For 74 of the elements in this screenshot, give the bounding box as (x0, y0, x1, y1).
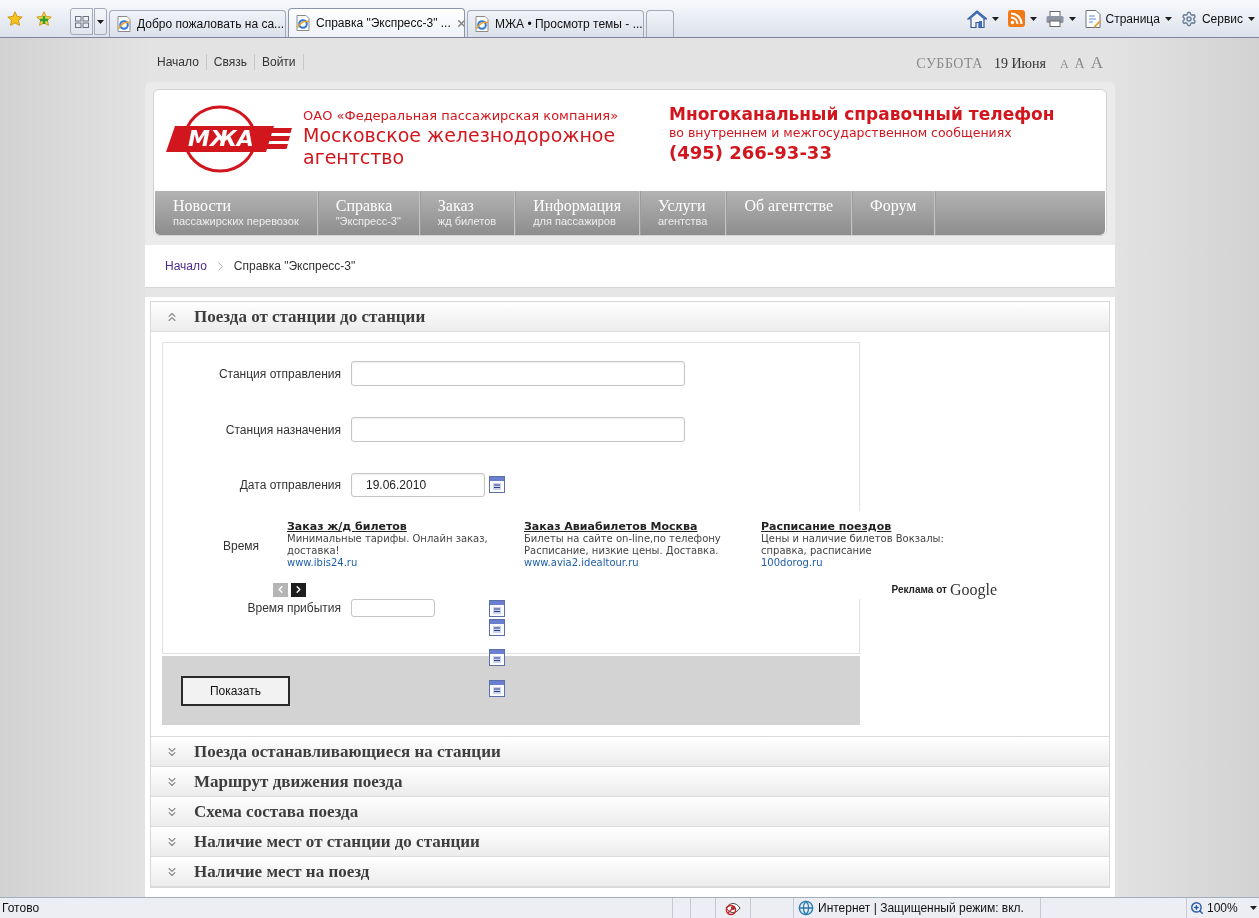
ad-url-link[interactable]: 100dorog.ru (761, 557, 823, 569)
field-label: Время прибытия (246, 601, 341, 615)
star-plus-icon[interactable] (36, 10, 52, 27)
calendar-icon[interactable] (489, 648, 505, 666)
top-nav-link[interactable]: Начало (157, 54, 207, 70)
caret-icon (97, 19, 104, 24)
chevron-right-icon (293, 584, 304, 595)
browser-tab[interactable]: Добро пожаловать на са... (109, 10, 286, 37)
browser-tab[interactable]: МЖА • Просмотр темы - ... (467, 10, 644, 37)
tools-menu-button[interactable]: Сервис (1180, 7, 1255, 30)
caret-icon (1164, 16, 1172, 21)
hotline-title: Многоканальный справочный телефон (669, 104, 1055, 124)
calendar-icon[interactable] (489, 679, 505, 697)
show-button[interactable]: Показать (181, 676, 290, 706)
document-icon (1084, 9, 1101, 28)
logo-text: МЖА (188, 126, 254, 152)
field-label: Время (223, 539, 261, 553)
feeds-button[interactable] (1007, 7, 1037, 30)
caret-icon (1250, 906, 1257, 910)
caret-icon (1029, 16, 1037, 21)
caret-icon (1068, 16, 1076, 21)
calendar-icon[interactable] (489, 599, 505, 617)
status-text: Готово (1, 900, 41, 917)
ad-description: Цены и наличие билетов Вокзалы: справка, расписание (761, 533, 945, 557)
browser-tab[interactable]: Справка "Экспресс-3" ... (288, 8, 465, 37)
weekday-text: СУББОТА (916, 55, 983, 73)
top-nav-link[interactable]: Войти (255, 54, 304, 70)
eye-blocked-icon[interactable] (725, 900, 741, 916)
ad-next-button[interactable] (291, 582, 306, 597)
ad-url-link[interactable]: www.avia2.idealtour.ru (524, 557, 639, 569)
field-label: Дата отправления (238, 478, 341, 492)
ad-url-link[interactable]: www.ibis24.ru (287, 557, 358, 569)
zoom-icon (1190, 901, 1204, 915)
date-input[interactable]: 19.06.2010 (351, 473, 485, 497)
field-label: Станция назначения (224, 422, 341, 437)
calendar-icon[interactable] (489, 618, 505, 636)
security-zone-text: Интернет | Защищенный режим: вкл. (818, 900, 1024, 917)
calendar-icon[interactable] (489, 475, 505, 493)
field-label: Станция отправления (217, 366, 341, 381)
ad-title-link[interactable]: Заказ Авиабилетов Москва (524, 520, 698, 533)
breadcrumb-link[interactable]: Начало (165, 257, 207, 275)
ad-title-link[interactable]: Заказ ж/д билетов (287, 520, 407, 533)
caret-icon (991, 16, 999, 21)
rss-icon (1007, 10, 1025, 27)
ad-description: Минимальные тарифы. Онлайн заказ, доставка! (287, 533, 489, 557)
tab-list-button[interactable] (94, 8, 107, 35)
home-icon (966, 9, 987, 28)
zoom-level-button[interactable]: 100% (1186, 898, 1259, 918)
top-nav-link[interactable]: Связь (206, 54, 255, 70)
page-menu-button[interactable]: Страница (1084, 7, 1172, 30)
ad-title-link[interactable]: Расписание поездов (761, 520, 892, 533)
text-input[interactable] (351, 417, 685, 442)
google-logo[interactable]: Google (949, 582, 997, 597)
date-text: 19 Июня (993, 55, 1046, 73)
ad-description: Билеты на сайте on-line,по телефону Расписание, низкие цены. Доставка. (524, 533, 722, 557)
close-icon[interactable] (455, 17, 467, 29)
company-name: ОАО «Федеральная пассажирская компания» (303, 108, 620, 124)
favorites-star-icon[interactable] (7, 10, 23, 27)
browser-page-icon (474, 16, 490, 32)
text-input[interactable] (351, 361, 685, 386)
time-input[interactable] (351, 599, 435, 617)
hotline-subtitle: во внутреннем и межгосударственном сообщениях (669, 124, 1013, 142)
printer-icon (1045, 10, 1064, 27)
browser-page-icon (116, 16, 132, 32)
breadcrumb-current: Справка "Экспресс-3" (233, 258, 356, 275)
grid-icon (74, 15, 89, 28)
caret-icon (1248, 16, 1255, 21)
globe-icon (798, 900, 814, 916)
ads-attribution: Реклама от (891, 583, 947, 596)
browser-page-icon (295, 15, 311, 31)
settings-icon (1180, 10, 1197, 27)
agency-name: Московское железнодорожное агентство (303, 124, 617, 168)
phone-number: (495) 266-93-33 (669, 142, 833, 164)
quick-tabs-button[interactable] (70, 8, 93, 35)
